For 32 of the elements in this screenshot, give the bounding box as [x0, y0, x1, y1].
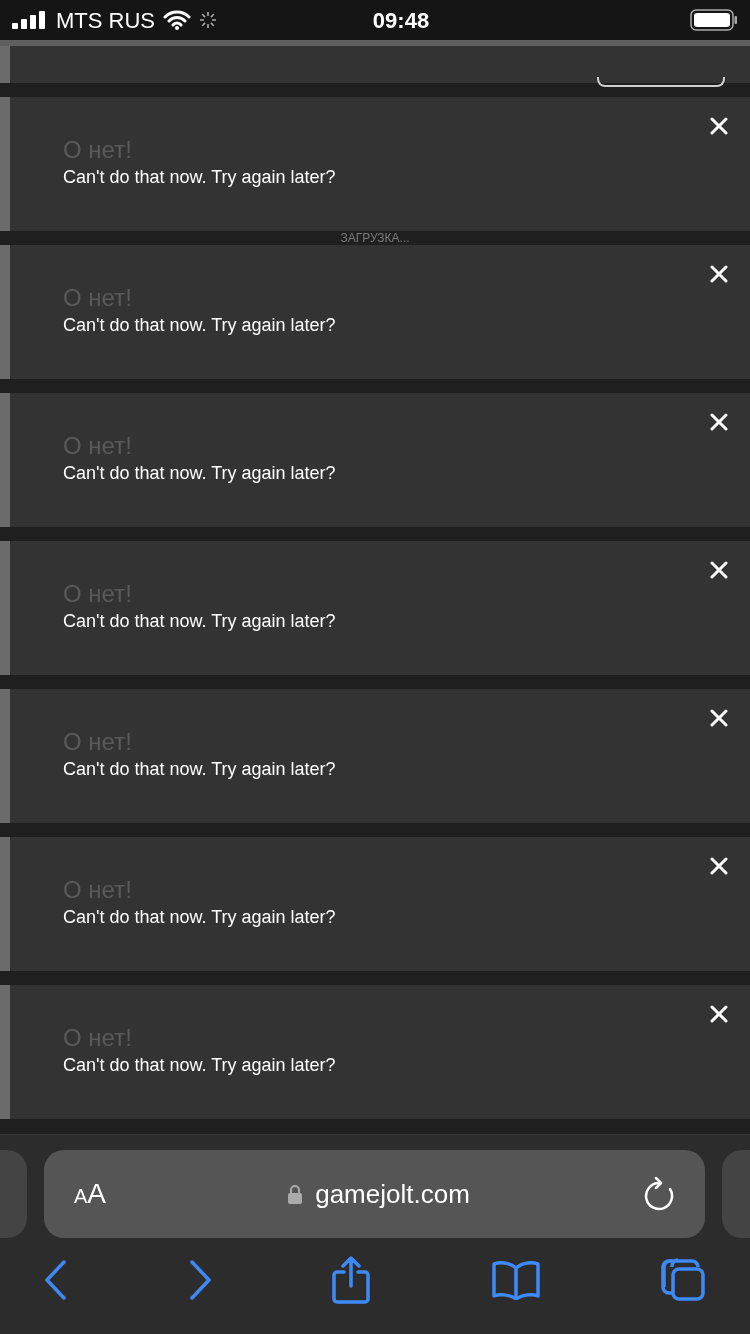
close-icon[interactable] [710, 1005, 728, 1023]
toast-message: Can't do that now. Try again later? [63, 610, 337, 633]
close-icon[interactable] [710, 117, 728, 135]
tabs-icon[interactable] [660, 1257, 706, 1303]
lock-icon [287, 1184, 304, 1204]
toast-message: Can't do that now. Try again later? [63, 462, 337, 485]
back-icon[interactable] [44, 1260, 68, 1300]
signal-icon [12, 11, 48, 29]
outline-button[interactable] [597, 77, 725, 87]
close-icon[interactable] [710, 561, 728, 579]
close-icon[interactable] [710, 709, 728, 727]
wifi-icon [163, 10, 191, 30]
clock: 09:48 [372, 6, 430, 35]
toast-message: Can't do that now. Try again later? [63, 314, 337, 337]
close-icon[interactable] [710, 413, 728, 431]
battery-icon [690, 9, 738, 31]
forward-icon[interactable] [187, 1260, 212, 1300]
toast-message: Can't do that now. Try again later? [63, 1054, 337, 1077]
bookmarks-icon[interactable] [490, 1260, 541, 1300]
share-icon[interactable] [331, 1256, 371, 1304]
text-size-button[interactable]: AA [74, 1173, 134, 1215]
address-bar[interactable]: AA gamejolt.com [44, 1150, 705, 1238]
carrier-label: MTS RUS [56, 6, 155, 35]
loading-text: ЗАГРУЗКА... [340, 232, 410, 244]
close-icon[interactable] [710, 857, 728, 875]
toast-message: Can't do that now. Try again later? [63, 758, 337, 781]
toast-message: Can't do that now. Try again later? [63, 166, 337, 189]
loading-icon [199, 11, 217, 29]
toast-message: Can't do that now. Try again later? [63, 906, 337, 929]
url-text: gamejolt.com [315, 1177, 470, 1211]
reload-icon[interactable] [643, 1177, 675, 1211]
close-icon[interactable] [710, 265, 728, 283]
